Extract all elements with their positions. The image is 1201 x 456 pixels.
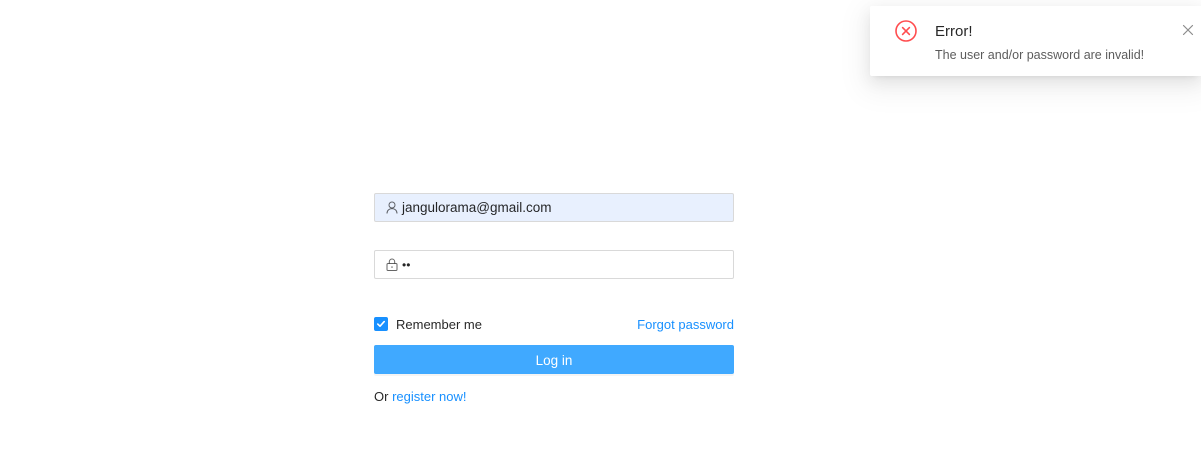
lock-icon: [386, 258, 398, 271]
forgot-password-link[interactable]: Forgot password: [637, 317, 734, 333]
notification-title: Error!: [935, 23, 973, 40]
password-value: ••: [402, 258, 411, 272]
close-icon[interactable]: [1181, 23, 1195, 37]
login-page: Error! The user and/or password are inva…: [0, 0, 1201, 456]
close-circle-icon: [894, 19, 918, 43]
error-notification: Error! The user and/or password are inva…: [870, 6, 1201, 76]
register-prefix: Or: [374, 389, 393, 404]
login-button[interactable]: Log in: [374, 345, 734, 374]
remember-me-checkbox[interactable]: [374, 317, 388, 331]
notification-description: The user and/or password are invalid!: [935, 48, 1145, 62]
password-field[interactable]: ••: [374, 250, 734, 279]
remember-me-label[interactable]: Remember me: [396, 317, 482, 333]
email-value: jangulorama@gmail.com: [402, 200, 552, 215]
options-row: Remember me Forgot password: [374, 316, 734, 334]
register-link[interactable]: register now!: [392, 389, 466, 404]
register-line: Or register now!: [374, 389, 466, 405]
user-icon: [386, 201, 398, 214]
email-field[interactable]: jangulorama@gmail.com: [374, 193, 734, 222]
